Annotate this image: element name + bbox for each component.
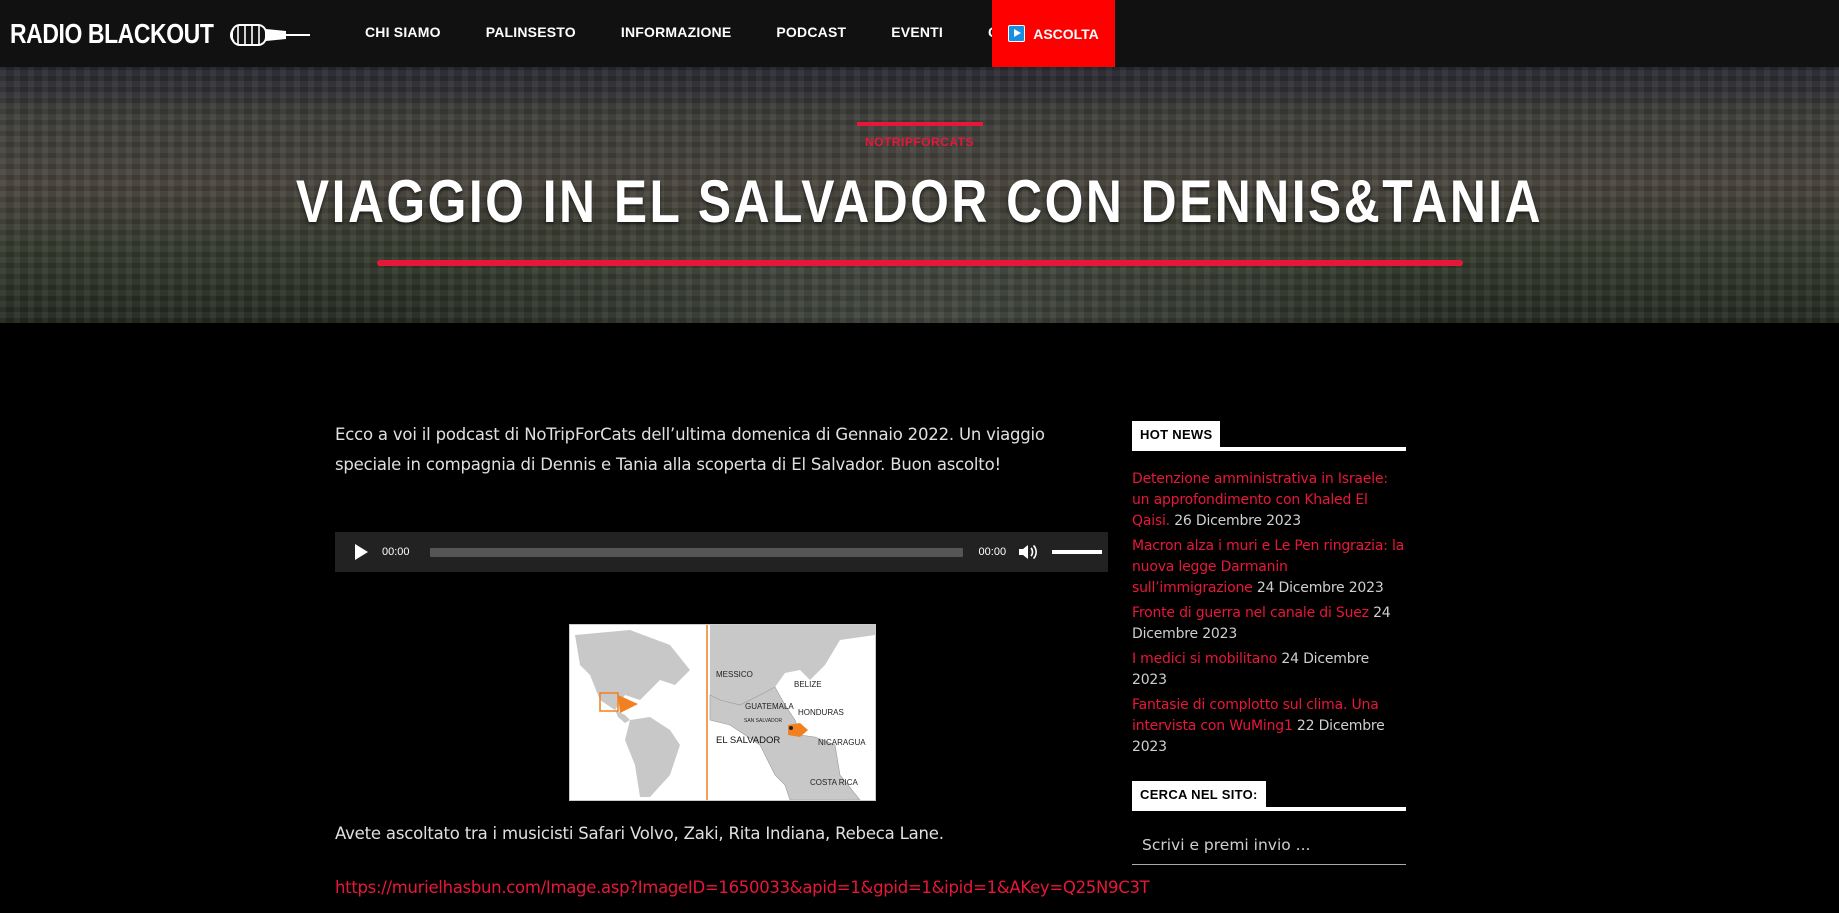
nav-item-chi-siamo[interactable]: CHI SIAMO <box>347 0 459 67</box>
news-link[interactable]: I medici si mobilitano <box>1132 651 1277 667</box>
news-date: 24 Dicembre 2023 <box>1256 580 1384 596</box>
seek-bar[interactable] <box>429 547 963 557</box>
map-label-honduras: HONDURAS <box>798 708 844 717</box>
top-navbar: RADIO BLACKOUT CHI SIAMO PALINSESTO INFO… <box>0 0 1839 67</box>
news-link[interactable]: Fronte di guerra nel canale di Suez <box>1132 605 1369 621</box>
brand-logo-link[interactable]: RADIO BLACKOUT <box>10 14 312 54</box>
search-widget: CERCA NEL SITO: <box>1132 781 1406 865</box>
listen-live-button[interactable]: ASCOLTA <box>992 0 1115 67</box>
article-intro: Ecco a voi il podcast di NoTripForCats d… <box>335 425 1045 474</box>
site-search-input[interactable] <box>1132 825 1406 865</box>
play-icon <box>1008 25 1026 42</box>
search-title: CERCA NEL SITO: <box>1132 781 1266 807</box>
category-accent-bar <box>857 122 983 126</box>
map-label-nicaragua: NICARAGUA <box>818 738 866 747</box>
speaker-icon <box>1019 544 1037 560</box>
brand-name: RADIO BLACKOUT <box>10 18 214 49</box>
hero-banner: NOTRIPFORCATS VIAGGIO IN EL SALVADOR CON… <box>0 67 1839 323</box>
title-underline <box>377 260 1463 266</box>
nav-item-palinsesto[interactable]: PALINSESTO <box>468 0 594 67</box>
image-source-link[interactable]: https://murielhasbun.com/Image.asp?Image… <box>335 878 1150 897</box>
news-item: Fantasie di complotto sul clima. Una int… <box>1132 695 1406 758</box>
artists-paragraph: Avete ascoltato tra i musicisti Safari V… <box>335 824 944 843</box>
mute-button[interactable] <box>1018 543 1038 561</box>
sidebar: HOT NEWS Detenzione amministrativa in Is… <box>1132 421 1406 865</box>
post-title: VIAGGIO IN EL SALVADOR CON DENNIS&TANIA <box>295 168 1544 235</box>
news-item: Detenzione amministrativa in Israele: un… <box>1132 469 1406 532</box>
nav-item-podcast[interactable]: PODCAST <box>758 0 864 67</box>
listen-live-label: ASCOLTA <box>1033 25 1099 42</box>
map-label-guatemala: GUATEMALA <box>745 702 794 711</box>
map-label-mexico: MESSICO <box>716 670 753 679</box>
duration-time: 00:00 <box>978 546 1007 558</box>
volume-slider[interactable] <box>1052 550 1103 554</box>
hot-news-list: Detenzione amministrativa in Israele: un… <box>1132 469 1406 758</box>
nav-item-informazione[interactable]: INFORMAZIONE <box>603 0 750 67</box>
article-content: Ecco a voi il podcast di NoTripForCats d… <box>335 420 1150 897</box>
map-label-el-salvador: EL SALVADOR <box>716 735 780 746</box>
audio-player: 00:00 00:00 <box>335 532 1108 572</box>
main-menu: CHI SIAMO PALINSESTO INFORMAZIONE PODCAS… <box>347 0 1085 67</box>
nav-item-eventi[interactable]: EVENTI <box>873 0 961 67</box>
search-header: CERCA NEL SITO: <box>1132 781 1406 811</box>
play-button[interactable] <box>355 544 368 560</box>
map-label-belize: BELIZE <box>794 680 822 689</box>
post-category-link[interactable]: NOTRIPFORCATS <box>0 135 1839 149</box>
news-date: 26 Dicembre 2023 <box>1174 513 1301 529</box>
news-item: Macron alza i muri e Le Pen ringrazia: l… <box>1132 536 1406 599</box>
news-item: Fronte di guerra nel canale di Suez 24 D… <box>1132 603 1406 645</box>
hot-news-header: HOT NEWS <box>1132 421 1406 451</box>
hot-news-title: HOT NEWS <box>1132 421 1221 447</box>
map-label-san-salvador: SAN SALVADOR <box>744 718 783 724</box>
el-salvador-map-image: MESSICO BELIZE GUATEMALA HONDURAS SAN SA… <box>569 624 876 801</box>
central-america-map: MESSICO BELIZE GUATEMALA HONDURAS SAN SA… <box>570 625 875 801</box>
news-item: I medici si mobilitano 24 Dicembre 2023 <box>1132 649 1406 691</box>
map-label-costa-rica: COSTA RICA <box>810 778 859 787</box>
fist-microphone-logo-icon <box>230 24 311 46</box>
current-time: 00:00 <box>382 546 410 558</box>
